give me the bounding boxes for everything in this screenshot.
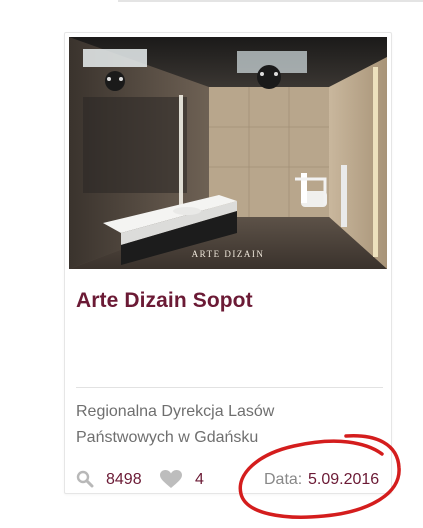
heart-icon[interactable]: [160, 470, 182, 494]
top-divider: [118, 0, 423, 2]
project-title[interactable]: Arte Dizain Sopot: [76, 289, 253, 313]
project-card[interactable]: ARTE DIZAIN Arte Dizain Sopot Regionalna…: [64, 32, 392, 494]
project-photo[interactable]: ARTE DIZAIN: [69, 37, 387, 269]
project-stats: 8498 4 Data: 5.09.2016: [76, 469, 386, 491]
project-organization: Regionalna Dyrekcja Lasów Państwowych w …: [76, 403, 275, 446]
date-value: 5.09.2016: [308, 471, 380, 488]
likes-count: 4: [195, 471, 204, 488]
magnifier-icon: [76, 470, 94, 493]
bathroom-photo-illustration: ARTE DIZAIN: [69, 37, 387, 269]
page: ARTE DIZAIN Arte Dizain Sopot Regionalna…: [0, 0, 423, 528]
date-label: Data:: [264, 471, 303, 488]
photo-watermark: ARTE DIZAIN: [192, 249, 265, 259]
card-divider: [76, 387, 383, 388]
views-count: 8498: [106, 471, 142, 488]
